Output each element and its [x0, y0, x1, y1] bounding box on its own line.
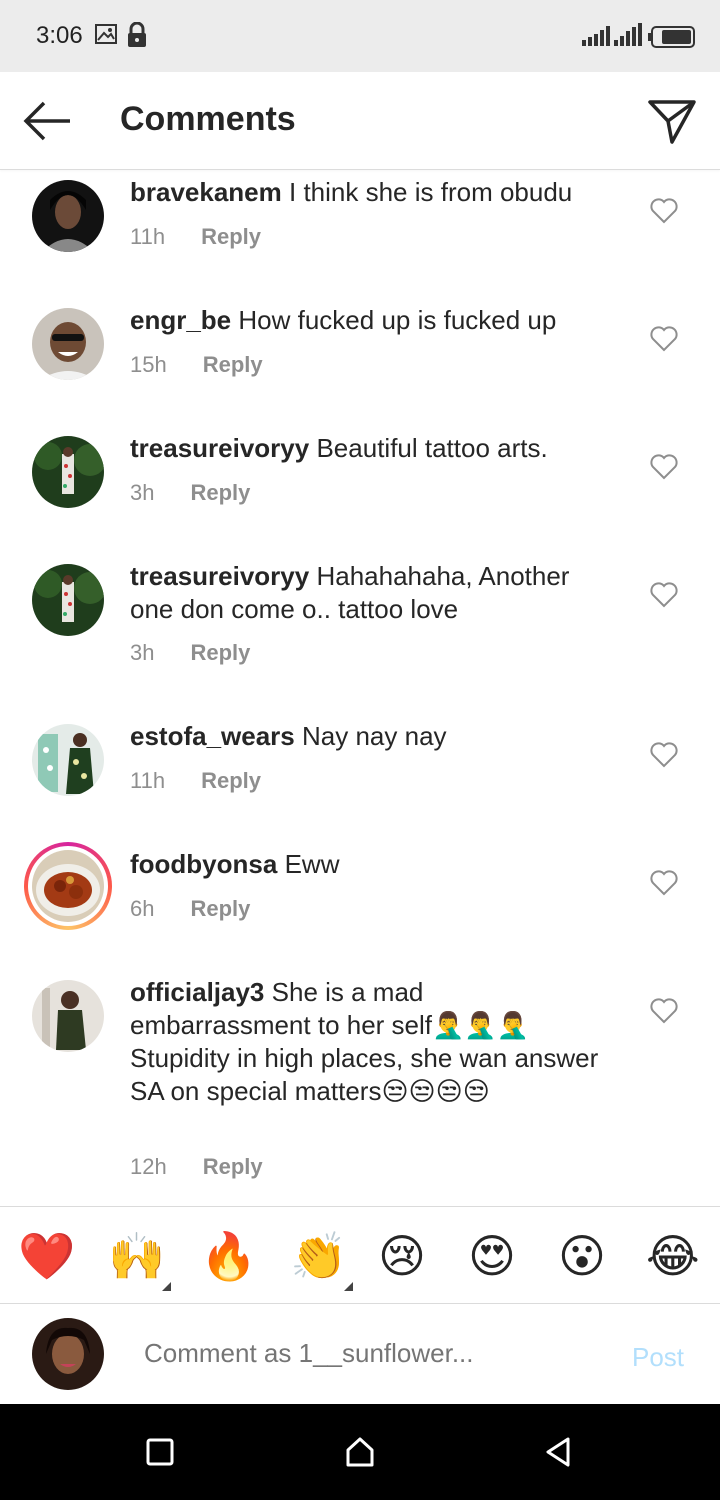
avatar[interactable] [32, 436, 104, 508]
comment-text: officialjay3 She is a mad embarrassment … [130, 976, 610, 1108]
reaction-surprised[interactable]: 😮 [558, 1229, 606, 1283]
status-time: 3:06 [36, 22, 83, 49]
reaction-fire[interactable]: 🔥 [200, 1229, 257, 1283]
back-triangle-icon[interactable] [540, 1434, 576, 1470]
like-heart-icon[interactable] [650, 582, 678, 608]
avatar[interactable] [32, 724, 104, 796]
comment-content: Beautiful tattoo arts. [316, 433, 548, 463]
comment-time: 11h [130, 768, 166, 793]
avatar[interactable] [32, 980, 104, 1052]
comment-username[interactable]: treasureivoryy [130, 433, 309, 463]
comment-text: treasureivoryy Hahahahaha, Another one d… [130, 560, 610, 626]
avatar[interactable] [32, 308, 104, 380]
comment-time: 12h [130, 1154, 167, 1179]
post-button[interactable]: Post [632, 1342, 684, 1373]
comment-time: 6h [130, 896, 155, 921]
reply-button[interactable]: Reply [201, 768, 261, 794]
reply-button[interactable]: Reply [203, 1154, 263, 1180]
comment-content: How fucked up is fucked up [238, 305, 557, 335]
comment-text: bravekanem I think she is from obudu [130, 176, 610, 209]
battery-icon [648, 26, 695, 48]
page-title: Comments [120, 100, 296, 138]
comment-text: estofa_wears Nay nay nay [130, 720, 610, 753]
recent-apps-icon[interactable] [142, 1434, 178, 1470]
comment-username[interactable]: officialjay3 [130, 977, 264, 1007]
like-heart-icon[interactable] [650, 870, 678, 896]
avatar [32, 1318, 104, 1390]
image-notification-icon [95, 24, 117, 44]
signal-icon [582, 26, 610, 46]
back-arrow-icon[interactable] [20, 96, 76, 146]
comment-content: Eww [284, 849, 340, 879]
home-icon[interactable] [342, 1434, 378, 1470]
reaction-crying[interactable]: 😢 [378, 1229, 426, 1283]
reply-button[interactable]: Reply [190, 480, 250, 506]
comment-content: Nay nay nay [302, 721, 447, 751]
like-heart-icon[interactable] [650, 454, 678, 480]
reply-button[interactable]: Reply [190, 640, 250, 666]
system-nav-bar [0, 1404, 720, 1500]
comments-list[interactable]: bravekanem I think she is from obudu 11h… [0, 170, 720, 1206]
reaction-laughing[interactable]: 😂 [646, 1229, 700, 1283]
comment-text: treasureivoryy Beautiful tattoo arts. [130, 432, 610, 465]
story-ring-avatar[interactable] [24, 842, 112, 930]
reply-button[interactable]: Reply [201, 224, 261, 250]
skin-tone-arrow-icon [162, 1282, 171, 1291]
comment-username[interactable]: foodbyonsa [130, 849, 277, 879]
comment-time: 15h [130, 352, 167, 377]
comment-time: 3h [130, 480, 155, 505]
like-heart-icon[interactable] [650, 198, 678, 224]
reaction-heart-eyes[interactable]: 😍 [468, 1229, 516, 1283]
comment-time: 11h [130, 224, 166, 249]
comment-time: 3h [130, 640, 155, 665]
signal-icon-2 [614, 23, 642, 46]
avatar[interactable] [32, 180, 104, 252]
comment-username[interactable]: treasureivoryy [130, 561, 309, 591]
status-bar: 3:06 [0, 0, 720, 72]
comment-username[interactable]: estofa_wears [130, 721, 295, 751]
reaction-heart[interactable]: ❤️ [18, 1229, 75, 1283]
comment-input[interactable] [144, 1338, 584, 1369]
direct-share-icon[interactable] [644, 94, 700, 146]
comment-content: I think she is from obudu [289, 177, 573, 207]
like-heart-icon[interactable] [650, 998, 678, 1024]
lock-icon [128, 22, 146, 47]
like-heart-icon[interactable] [650, 326, 678, 352]
comment-text: engr_be How fucked up is fucked up [130, 304, 610, 337]
reply-button[interactable]: Reply [190, 896, 250, 922]
like-heart-icon[interactable] [650, 742, 678, 768]
reaction-clapping[interactable]: 👏 [290, 1229, 347, 1283]
reaction-raised-hands[interactable]: 🙌 [108, 1229, 165, 1283]
comment-username[interactable]: engr_be [130, 305, 231, 335]
comment-composer: Post [0, 1304, 720, 1404]
comments-header: Comments [0, 72, 720, 170]
reply-button[interactable]: Reply [203, 352, 263, 378]
quick-reaction-bar: ❤️ 🙌 🔥 👏 😢 😍 😮 😂 [0, 1206, 720, 1304]
avatar[interactable] [32, 564, 104, 636]
comment-text: foodbyonsa Eww [130, 848, 610, 881]
comment-username[interactable]: bravekanem [130, 177, 282, 207]
skin-tone-arrow-icon [344, 1282, 353, 1291]
